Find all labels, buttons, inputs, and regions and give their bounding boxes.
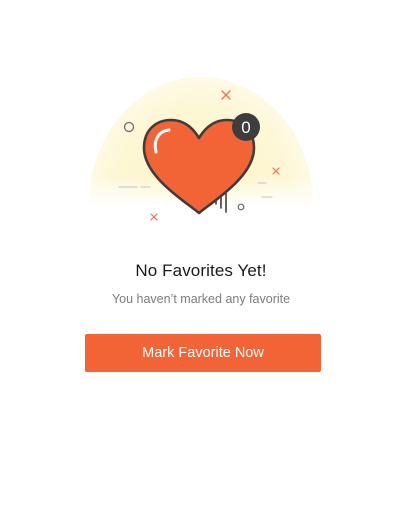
empty-state-subtitle: You haven’t marked any favorite <box>111 292 291 306</box>
mark-favorite-button[interactable]: Mark Favorite Now <box>85 334 321 372</box>
sparkle-icon <box>150 213 158 221</box>
empty-favorites-illustration: 0 <box>80 77 325 221</box>
favorites-empty-screen: 0 No Favorites Yet! You haven’t marked a… <box>0 0 402 532</box>
count-badge-label: 0 <box>241 118 250 137</box>
empty-state-title: No Favorites Yet! <box>135 261 267 280</box>
